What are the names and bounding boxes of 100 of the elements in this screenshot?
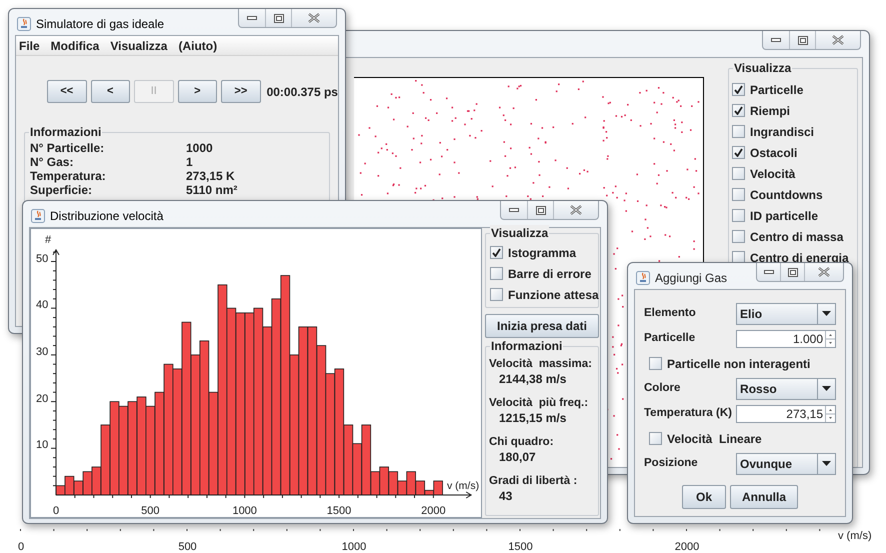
x-tick-label: 1000	[232, 505, 257, 517]
window-title: Aggiungi Gas	[655, 270, 728, 287]
histogram-bar	[379, 466, 389, 496]
minimize-icon	[771, 38, 781, 42]
x-tick-label: 0	[52, 505, 60, 517]
info-value: 180,07	[498, 450, 537, 465]
option-label: Funzione attesa	[508, 286, 599, 304]
check-icon	[734, 85, 743, 94]
app-icon	[636, 271, 650, 285]
caret-icon	[822, 311, 831, 316]
x-tick-label: 2000	[421, 505, 446, 517]
field-label: Temperatura (K)	[644, 406, 733, 421]
option-label: Velocità	[750, 166, 796, 182]
window-title: Distribuzione velocità	[50, 208, 164, 225]
playback-button[interactable]: >>	[221, 80, 261, 103]
option-label: Riempi	[750, 102, 790, 120]
x-tick-label: 500	[141, 505, 160, 517]
close-icon	[818, 267, 830, 277]
y-tick-label: 20	[36, 392, 48, 405]
info-value: 1	[186, 154, 193, 171]
x-tick-label: 1500	[326, 505, 352, 517]
axis-tick-label: 1000	[342, 541, 366, 553]
caret-icon	[822, 386, 831, 391]
playback-button[interactable]: <	[90, 80, 130, 103]
option-label: Countdowns	[750, 186, 823, 204]
axis-tick-label: 2000	[674, 541, 700, 553]
checkbox[interactable]	[732, 209, 745, 222]
info-value: 1000	[186, 140, 213, 157]
dropdown[interactable]: Rosso	[736, 378, 836, 400]
time-display: 00:00.375 ps	[266, 84, 338, 100]
maximize-icon	[788, 268, 798, 276]
option-label: Centro di massa	[750, 228, 844, 246]
dropdown[interactable]: Ovunque	[736, 452, 836, 474]
y-tick-label: 40	[36, 299, 48, 312]
close-icon	[308, 13, 320, 23]
playback-button[interactable]: >	[178, 80, 218, 103]
y-tick-label: 10	[36, 439, 48, 452]
check-icon	[492, 248, 501, 257]
checkbox[interactable]	[732, 188, 745, 201]
dropdown[interactable]: Elio	[736, 302, 836, 324]
checkbox[interactable]	[732, 167, 745, 180]
field-label: Elemento	[644, 306, 697, 321]
close-icon	[570, 205, 582, 215]
minimize-icon	[247, 16, 257, 20]
caret-icon	[822, 461, 831, 466]
histogram-bar	[352, 443, 362, 496]
info-label: Velocità massima:	[489, 357, 593, 372]
checkbox[interactable]	[732, 104, 745, 117]
dialog-button[interactable]: Annulla	[730, 485, 798, 509]
y-axis-label: #	[45, 233, 52, 248]
close-icon	[832, 35, 844, 45]
app-icon	[31, 209, 45, 223]
dialog-button[interactable]: Ok	[682, 485, 726, 509]
field-label: Posizione	[644, 456, 699, 471]
checkbox-label: Particelle non interagenti	[667, 356, 810, 372]
option-label: Barre di errore	[508, 266, 592, 282]
checkbox[interactable]	[490, 267, 503, 280]
y-tick-label: 30	[36, 346, 48, 358]
number-spinner[interactable]: 1.000	[736, 330, 836, 348]
info-label: Temperatura:	[30, 168, 107, 185]
info-value: 5110 nm²	[186, 182, 238, 199]
info-label: Chi quadro:	[489, 435, 555, 450]
maximize-icon	[274, 14, 284, 22]
axis-label: v (m/s)	[838, 530, 872, 542]
checkbox[interactable]	[732, 83, 745, 96]
field-label: Colore	[644, 380, 682, 396]
checkbox[interactable]	[490, 246, 503, 259]
check-icon	[734, 148, 743, 157]
info-label: Velocità più freq.:	[489, 396, 590, 411]
option-label: Particelle	[750, 82, 804, 98]
info-label: N° Particelle:	[30, 140, 106, 157]
menu-item[interactable]: File	[19, 36, 40, 54]
playback-button[interactable]: <<	[47, 80, 87, 103]
info-label: Gradi di libertà :	[489, 474, 578, 489]
info-value: 43	[498, 489, 514, 504]
app-icon	[17, 17, 31, 31]
maximize-icon	[536, 206, 546, 214]
y-tick-label: 50	[36, 252, 48, 264]
start-button[interactable]: Inizia presa dati	[485, 314, 599, 338]
checkbox[interactable]	[732, 125, 745, 138]
number-spinner[interactable]: 273,15	[736, 404, 836, 422]
menu-item[interactable]: Modifica	[50, 36, 100, 54]
checkbox[interactable]	[732, 230, 745, 243]
checkbox-label: Velocità Lineare	[667, 430, 762, 448]
info-value: 1215,15 m/s	[498, 411, 568, 426]
maximize-icon	[798, 36, 808, 44]
checkbox[interactable]	[490, 288, 503, 301]
window-title: Simulatore di gas ideale	[36, 16, 164, 33]
info-value: 2144,38 m/s	[498, 372, 568, 387]
option-label: ID particelle	[750, 208, 818, 224]
option-label: Ingrandisci	[750, 124, 814, 140]
menu-item[interactable]: (Aiuto)	[178, 36, 218, 54]
checkbox[interactable]	[732, 146, 745, 159]
x-axis-label: v (m/s)	[447, 480, 480, 492]
checkbox[interactable]	[649, 357, 662, 370]
option-label: Ostacoli	[750, 144, 798, 162]
menu-item[interactable]: Visualizza	[110, 36, 168, 54]
checkbox[interactable]	[649, 432, 662, 445]
field-label: Particelle	[644, 330, 696, 346]
info-label: N° Gas:	[30, 154, 74, 171]
